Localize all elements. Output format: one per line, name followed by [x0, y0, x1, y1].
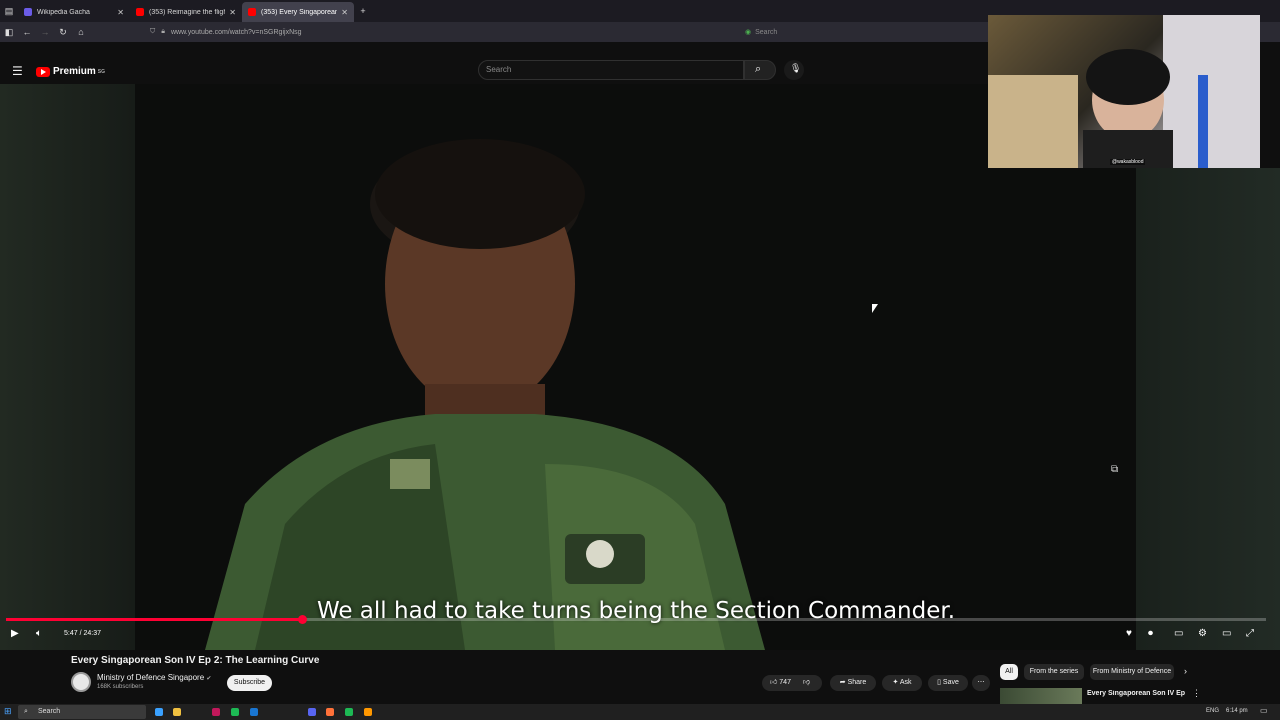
subscribe-button[interactable]: Subscribe: [227, 675, 272, 691]
taskbar-app-icon[interactable]: [212, 708, 220, 716]
save-button[interactable]: ▯ Save: [928, 675, 968, 691]
recommendation-title[interactable]: Every Singaporean Son IV Ep 4: Across Th…: [1087, 690, 1187, 697]
ask-button[interactable]: ✦ Ask: [882, 675, 922, 691]
webcam-overlay: @wakasblood: [988, 15, 1260, 168]
chevron-right-icon[interactable]: ›: [1184, 666, 1187, 676]
tab-reimagine[interactable]: (353) Reimagine the flight - Yo ✕: [130, 2, 242, 22]
player-controls: ▶ 🔈︎ 5:47 / 24:37 ♥ ⏺ ▭ ⚙ ▭ ⤢: [0, 624, 1280, 646]
youtube-logo[interactable]: Premium SG: [36, 66, 105, 77]
reload-icon[interactable]: ↻: [54, 27, 72, 38]
menu-icon[interactable]: ☰: [12, 64, 23, 78]
settings-icon[interactable]: ⚙: [1198, 628, 1207, 639]
close-tab-icon[interactable]: ✕: [341, 8, 348, 17]
taskbar-search[interactable]: ⌕ Search: [18, 705, 146, 719]
notification-icon[interactable]: ▭: [1260, 706, 1268, 715]
tab-favicon-icon: [24, 8, 32, 16]
ambient-glow-right: [1136, 168, 1280, 650]
webcam-frame: [988, 15, 1260, 168]
address-bar[interactable]: ⛉ 🔒︎ www.youtube.com/watch?v=nSGRgijxNsg: [150, 24, 740, 40]
search-button[interactable]: ⌕: [744, 60, 776, 80]
video-title: Every Singaporean Son IV Ep 2: The Learn…: [71, 655, 320, 666]
tab-wikipedia-gacha[interactable]: Wikipedia Gacha ✕: [18, 2, 130, 22]
os-taskbar: ⊞ ⌕ Search ENG 6:14 pm ▭: [0, 704, 1280, 720]
firefox-icon[interactable]: [326, 708, 334, 716]
new-tab-icon[interactable]: +: [354, 6, 372, 16]
like-count[interactable]: 747: [779, 679, 791, 686]
more-vert-icon[interactable]: ⋮: [1192, 688, 1201, 699]
theater-mode-icon[interactable]: ▭: [1222, 628, 1231, 639]
chip-from-series[interactable]: From the series: [1024, 664, 1084, 680]
fullscreen-icon[interactable]: ⤢: [1246, 628, 1254, 639]
captions-icon[interactable]: ▭: [1174, 628, 1183, 639]
url-text[interactable]: www.youtube.com/watch?v=nSGRgijxNsg: [171, 29, 302, 36]
windows-start-icon[interactable]: ⊞: [4, 706, 12, 717]
more-icon: ⋯: [977, 679, 985, 686]
heart-shield-icon[interactable]: ♥: [1126, 628, 1132, 639]
progress-fill: [6, 618, 303, 621]
taskbar-app-icon[interactable]: [155, 708, 163, 716]
spotify-icon[interactable]: [231, 708, 239, 716]
channel-name[interactable]: Ministry of Defence Singapore ✔: [97, 673, 211, 682]
tab-list-icon[interactable]: ▤: [0, 6, 18, 17]
autoplay-toggle[interactable]: ⏺: [1148, 628, 1153, 639]
time-display: 5:47 / 24:37: [64, 630, 101, 637]
microphone-icon: 🎙︎: [790, 63, 802, 73]
close-tab-icon[interactable]: ✕: [117, 8, 124, 17]
search-input[interactable]: Search: [478, 60, 744, 80]
search-engine-icon: ◉: [745, 29, 752, 36]
close-tab-icon[interactable]: ✕: [229, 8, 236, 17]
chip-from-channel[interactable]: From Ministry of Defence: [1090, 664, 1174, 680]
picture-in-picture-icon[interactable]: ⧉: [1111, 464, 1118, 475]
ambient-glow-left: [0, 84, 135, 650]
taskbar-app-icon[interactable]: [250, 708, 258, 716]
home-icon[interactable]: ⌂: [72, 27, 90, 37]
language-indicator[interactable]: ENG: [1206, 708, 1219, 714]
subscriber-count: 168K subscribers: [97, 684, 144, 690]
search-icon: ⌕: [24, 708, 28, 715]
lock-icon: 🔒︎: [161, 28, 165, 35]
chip-all[interactable]: All: [1000, 664, 1018, 680]
sparkle-icon: ✦: [892, 679, 899, 686]
forward-icon[interactable]: →: [36, 27, 54, 37]
streamer-handle: @wakasblood: [1110, 159, 1146, 165]
like-icon[interactable]: 👍︎: [770, 679, 777, 686]
video-player[interactable]: ⧉: [135, 84, 1136, 650]
tab-favicon-icon: [248, 8, 256, 16]
share-icon: ➦: [839, 679, 846, 686]
tab-every-singaporean-son[interactable]: (353) Every Singaporean Son IV ✕: [242, 2, 354, 22]
play-icon[interactable]: ▶: [11, 628, 19, 639]
youtube-play-icon: [36, 66, 50, 77]
share-button[interactable]: ➦ Share: [830, 675, 876, 691]
discord-icon[interactable]: [308, 708, 316, 716]
video-frame: [205, 139, 765, 650]
shield-icon: ⛉: [150, 28, 156, 35]
voice-search-button[interactable]: 🎙︎: [784, 60, 804, 80]
bookmark-icon: ▯: [937, 679, 941, 686]
mouse-cursor-icon: [872, 304, 878, 313]
taskbar-app-icon[interactable]: [345, 708, 353, 716]
back-icon[interactable]: ←: [18, 27, 36, 37]
like-dislike-group: 👍︎ 747 👎︎: [762, 675, 822, 691]
tab-favicon-icon: [136, 8, 144, 16]
browser-search-field[interactable]: ◉ Search: [745, 24, 985, 40]
channel-avatar[interactable]: [71, 672, 91, 692]
volume-icon[interactable]: 🔈︎: [36, 628, 42, 639]
clock[interactable]: 6:14 pm: [1226, 708, 1248, 714]
sidebar-toggle-icon[interactable]: ◧: [0, 27, 18, 38]
dislike-icon[interactable]: 👎︎: [803, 679, 810, 686]
progress-bar[interactable]: [6, 615, 1266, 624]
file-explorer-icon[interactable]: [173, 708, 181, 716]
more-actions-button[interactable]: ⋯: [972, 675, 990, 691]
search-icon: ⌕: [755, 63, 762, 75]
taskbar-app-icon[interactable]: [364, 708, 372, 716]
verified-icon: ✔: [206, 676, 212, 682]
